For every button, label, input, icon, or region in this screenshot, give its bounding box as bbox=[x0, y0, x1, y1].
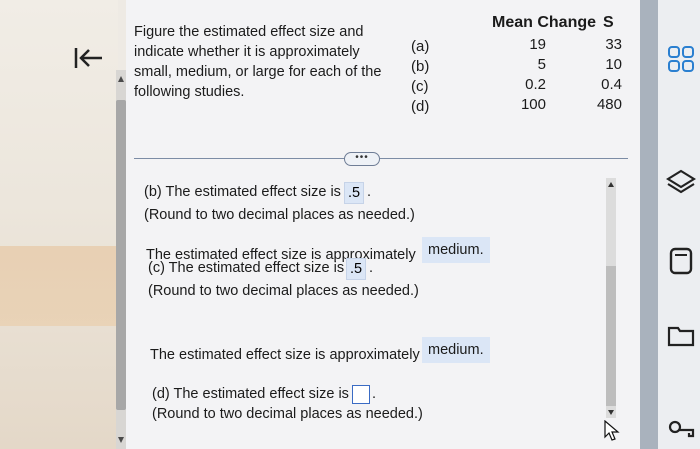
scroll-down-arrow-icon[interactable] bbox=[608, 410, 614, 415]
part-d-suffix: . bbox=[372, 386, 377, 402]
cell-s-b: 10 bbox=[605, 56, 622, 73]
scroll-up-arrow-icon[interactable] bbox=[608, 182, 614, 187]
more-options-button[interactable]: ••• bbox=[344, 152, 380, 166]
mouse-cursor-icon bbox=[604, 420, 620, 441]
window-gap bbox=[640, 0, 658, 449]
part-b-size-select[interactable]: medium. bbox=[422, 237, 490, 263]
back-to-start-icon[interactable] bbox=[72, 44, 104, 72]
header-s: S bbox=[603, 14, 614, 31]
part-d-answer-input[interactable] bbox=[352, 385, 370, 404]
part-c-prefix: (c) The estimated effect size is bbox=[148, 260, 345, 276]
row-label-c: (c) bbox=[411, 78, 429, 95]
part-c-hint: (Round to two decimal places as needed.) bbox=[148, 283, 419, 299]
scroll-up-arrow-icon[interactable] bbox=[118, 76, 124, 82]
part-c-size-prefix: The estimated effect size is approximate… bbox=[150, 347, 420, 363]
part-d-hint: (Round to two decimal places as needed.) bbox=[152, 406, 423, 422]
cell-mean-a: 19 bbox=[529, 36, 546, 53]
part-c-answer[interactable]: .5 bbox=[346, 258, 367, 280]
grid-icon[interactable] bbox=[666, 44, 696, 74]
question-panel: Figure the estimated effect size and ind… bbox=[126, 0, 640, 449]
header-mean-change: Mean Change bbox=[492, 14, 597, 31]
right-toolbar bbox=[658, 0, 700, 449]
cell-mean-b: 5 bbox=[537, 56, 546, 73]
section-divider bbox=[134, 158, 628, 159]
cell-mean-c: 0.2 bbox=[525, 76, 546, 93]
part-b-answer[interactable]: .5 bbox=[344, 182, 365, 204]
scroll-down-arrow-icon[interactable] bbox=[118, 437, 124, 443]
cell-mean-d: 100 bbox=[520, 96, 546, 113]
question-text: Figure the estimated effect size and ind… bbox=[134, 24, 382, 100]
part-d-prefix: (d) The estimated effect size is bbox=[152, 386, 349, 402]
part-b-prefix: (b) The estimated effect size is bbox=[144, 184, 341, 200]
cell-s-d: 480 bbox=[596, 96, 622, 113]
cell-s-c: 0.4 bbox=[601, 76, 622, 93]
left-margin-glare bbox=[0, 246, 118, 326]
row-label-d: (d) bbox=[411, 98, 430, 115]
part-b-suffix: . bbox=[367, 184, 372, 200]
part-c-suffix: . bbox=[369, 260, 374, 276]
answer-scrollbar-thumb[interactable] bbox=[606, 266, 616, 406]
part-b-hint: (Round to two decimal places as needed.) bbox=[144, 207, 415, 223]
answer-scrollbar[interactable] bbox=[604, 178, 618, 418]
left-scrollbar[interactable] bbox=[116, 70, 126, 449]
layers-icon[interactable] bbox=[666, 167, 696, 197]
part-c-size-select[interactable]: medium. bbox=[422, 337, 490, 363]
key-icon[interactable] bbox=[666, 416, 696, 446]
calculator-icon[interactable] bbox=[666, 246, 696, 276]
left-scrollbar-thumb[interactable] bbox=[116, 100, 126, 410]
row-label-b: (b) bbox=[411, 58, 430, 75]
folder-icon[interactable] bbox=[666, 320, 696, 350]
row-label-a: (a) bbox=[411, 38, 430, 55]
cell-s-a: 33 bbox=[605, 36, 622, 53]
